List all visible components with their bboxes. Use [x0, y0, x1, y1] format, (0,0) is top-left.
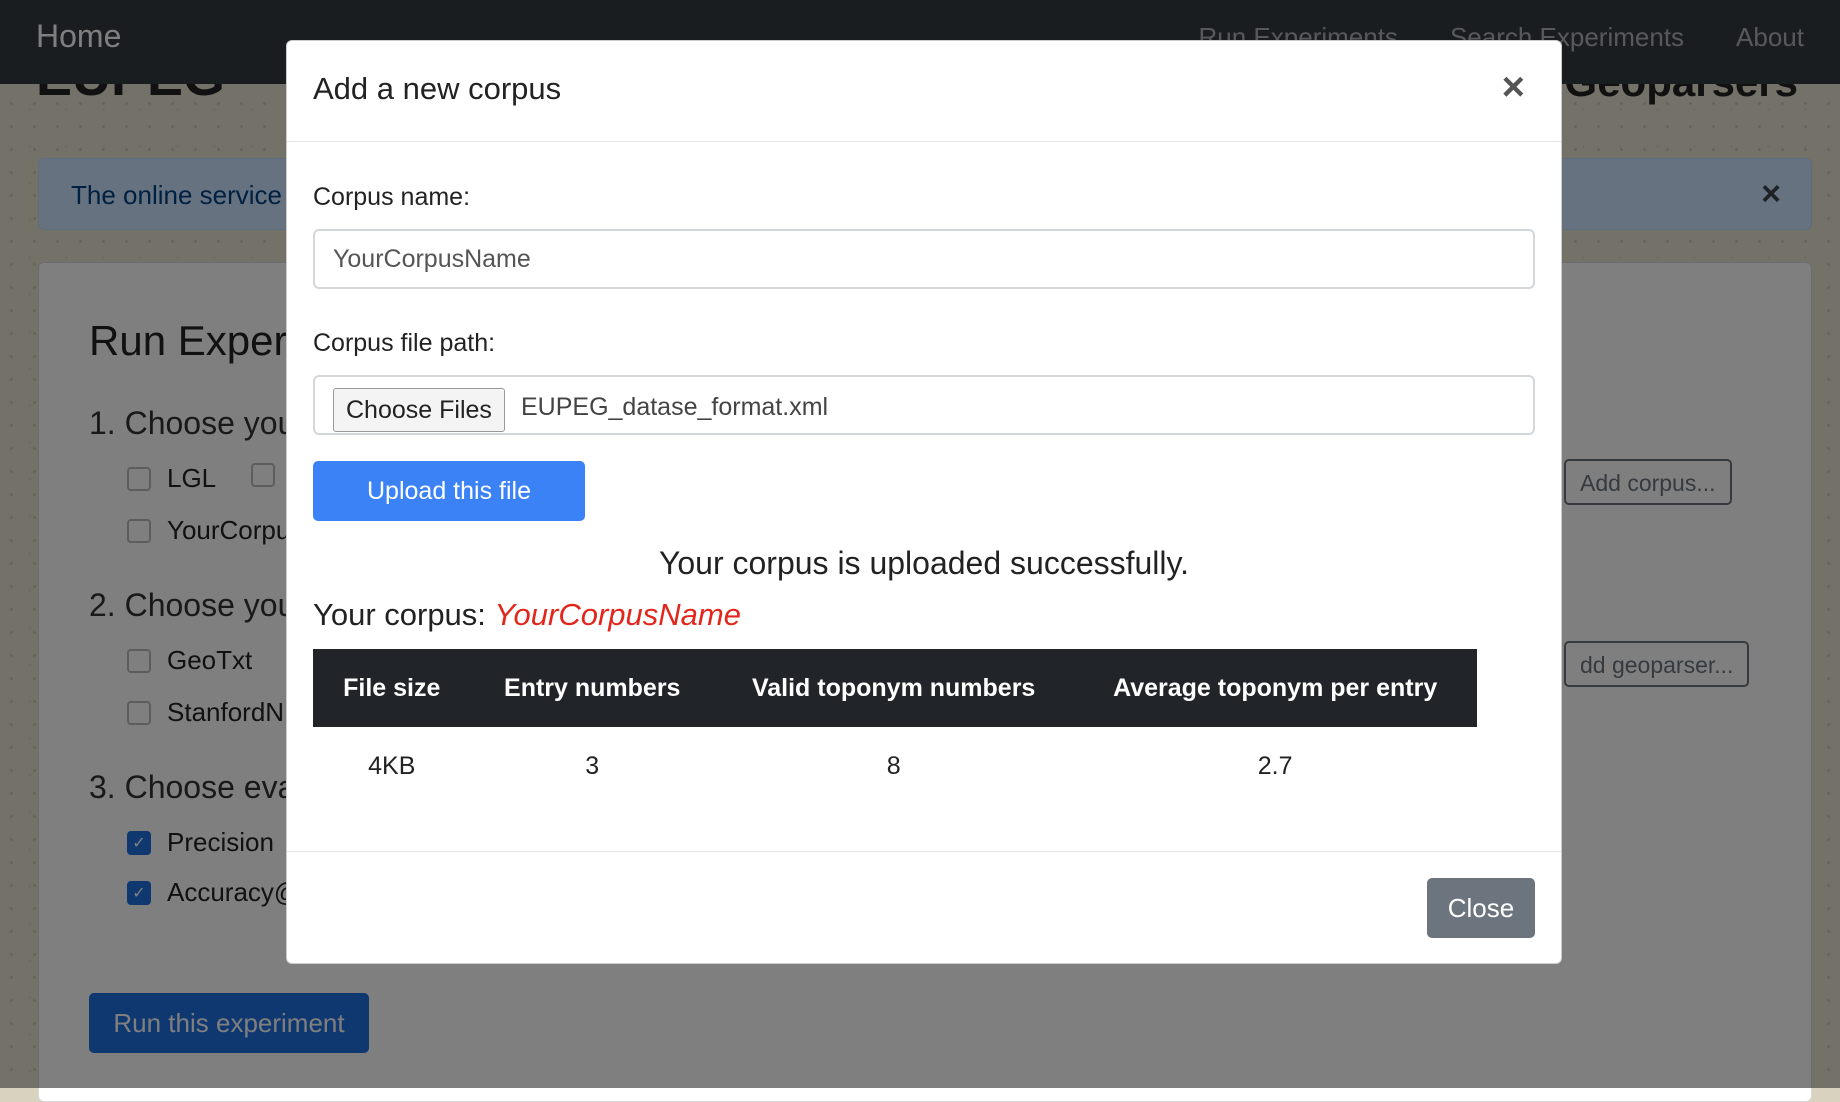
- corpus-file-input[interactable]: Choose Files EUPEG_datase_format.xml: [313, 375, 1535, 435]
- header-entry-numbers: Entry numbers: [470, 649, 714, 727]
- upload-success-message: Your corpus is uploaded successfully.: [658, 545, 1190, 581]
- table-header-row: File size Entry numbers Valid toponym nu…: [313, 649, 1477, 727]
- modal-footer: Close: [287, 851, 1561, 963]
- modal-title: Add a new corpus: [313, 71, 562, 106]
- add-corpus-modal: Add a new corpus × Corpus name: YourCorp…: [286, 40, 1562, 964]
- selected-file-name: EUPEG_datase_format.xml: [521, 393, 829, 421]
- modal-close-icon[interactable]: ×: [1502, 65, 1525, 110]
- cell-entry-numbers: 3: [585, 751, 600, 780]
- header-average-toponym: Average toponym per entry: [1073, 649, 1477, 727]
- corpus-file-path-label: Corpus file path:: [313, 329, 496, 357]
- upload-file-button[interactable]: Upload this file: [313, 461, 585, 521]
- corpus-name-input[interactable]: YourCorpusName: [313, 229, 1535, 289]
- your-corpus-label: Your corpus:: [313, 597, 486, 632]
- choose-files-button[interactable]: Choose Files: [333, 388, 505, 432]
- cell-average-toponym: 2.7: [1257, 751, 1293, 780]
- corpus-name-label: Corpus name:: [313, 183, 471, 211]
- table-row: 4KB 3 8 2.7: [313, 727, 1477, 805]
- cell-file-size: 4KB: [368, 751, 416, 780]
- cell-valid-toponym-numbers: 8: [886, 751, 901, 780]
- close-button[interactable]: Close: [1427, 878, 1535, 938]
- corpus-stats-table: File size Entry numbers Valid toponym nu…: [313, 649, 1477, 805]
- your-corpus-name: YourCorpusName: [494, 597, 741, 632]
- your-corpus-line: Your corpus: YourCorpusName: [313, 597, 741, 633]
- header-valid-toponym-numbers: Valid toponym numbers: [713, 649, 1074, 727]
- modal-header: Add a new corpus ×: [287, 41, 1561, 142]
- header-file-size: File size: [313, 649, 471, 727]
